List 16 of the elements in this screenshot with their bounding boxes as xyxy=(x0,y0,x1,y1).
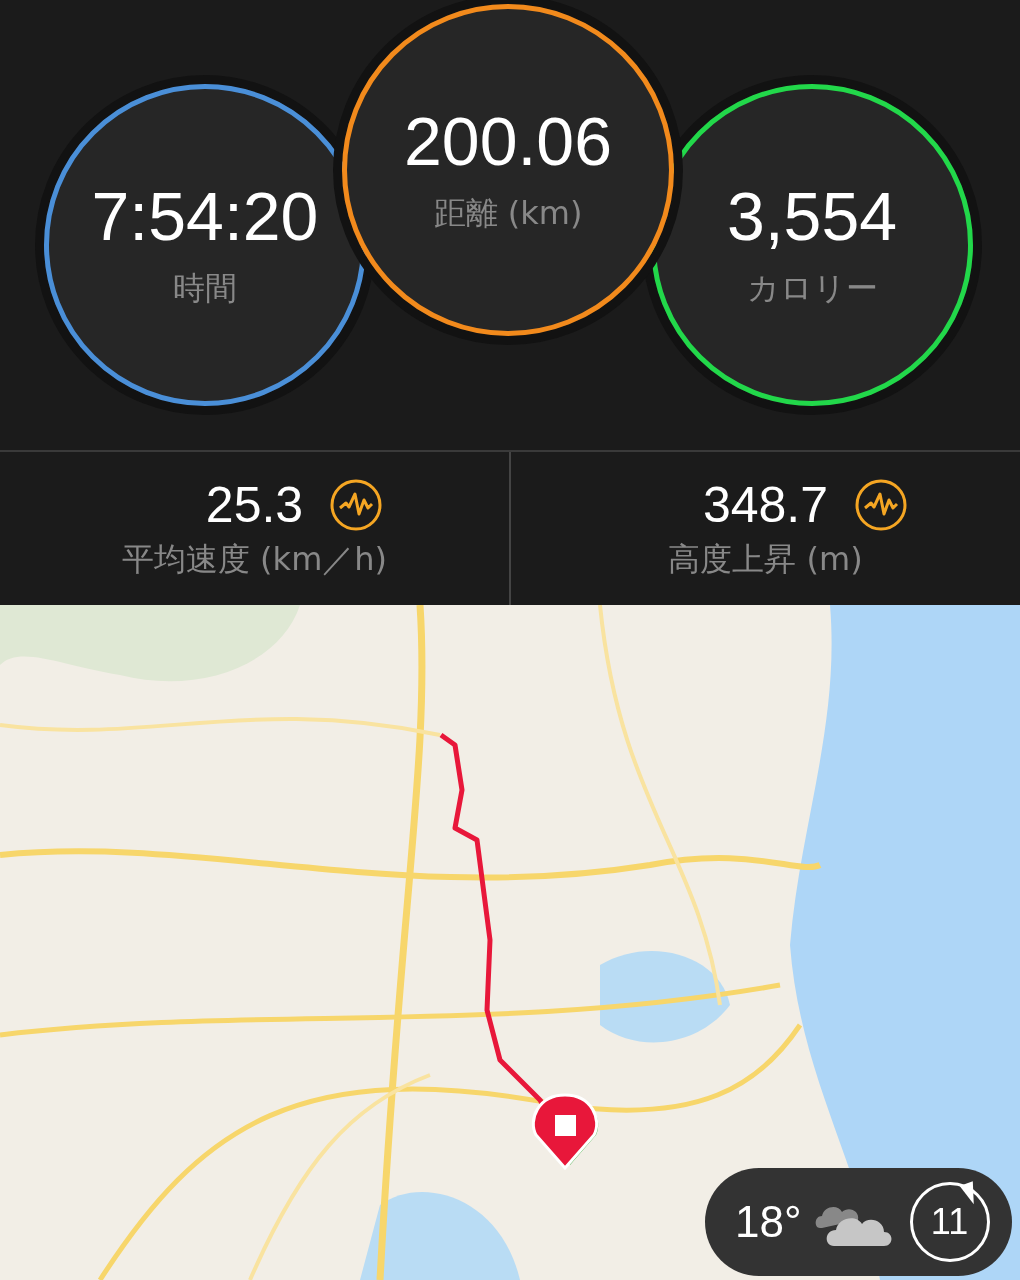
wind-speed: 11 xyxy=(930,1201,969,1243)
stat-label: 時間 xyxy=(173,268,237,310)
stat-value: 3,554 xyxy=(726,178,898,254)
pulse-icon[interactable] xyxy=(329,477,384,532)
temperature: 18° xyxy=(735,1197,802,1247)
weather-widget[interactable]: 18° 11 xyxy=(705,1168,1012,1276)
stat-value: 200.06 xyxy=(404,103,612,179)
stat-label: 高度上昇 (m) xyxy=(668,538,863,580)
stat-value: 7:54:20 xyxy=(91,178,319,254)
stat-value: 25.3 xyxy=(205,475,304,534)
stat-label: カロリー xyxy=(746,268,878,310)
stat-value: 348.7 xyxy=(702,475,829,534)
stat-label: 距離 (km) xyxy=(433,193,583,235)
stat-label: 平均速度 (km／h) xyxy=(121,538,388,580)
pulse-icon[interactable] xyxy=(854,477,909,532)
map-pin[interactable] xyxy=(531,1093,599,1170)
